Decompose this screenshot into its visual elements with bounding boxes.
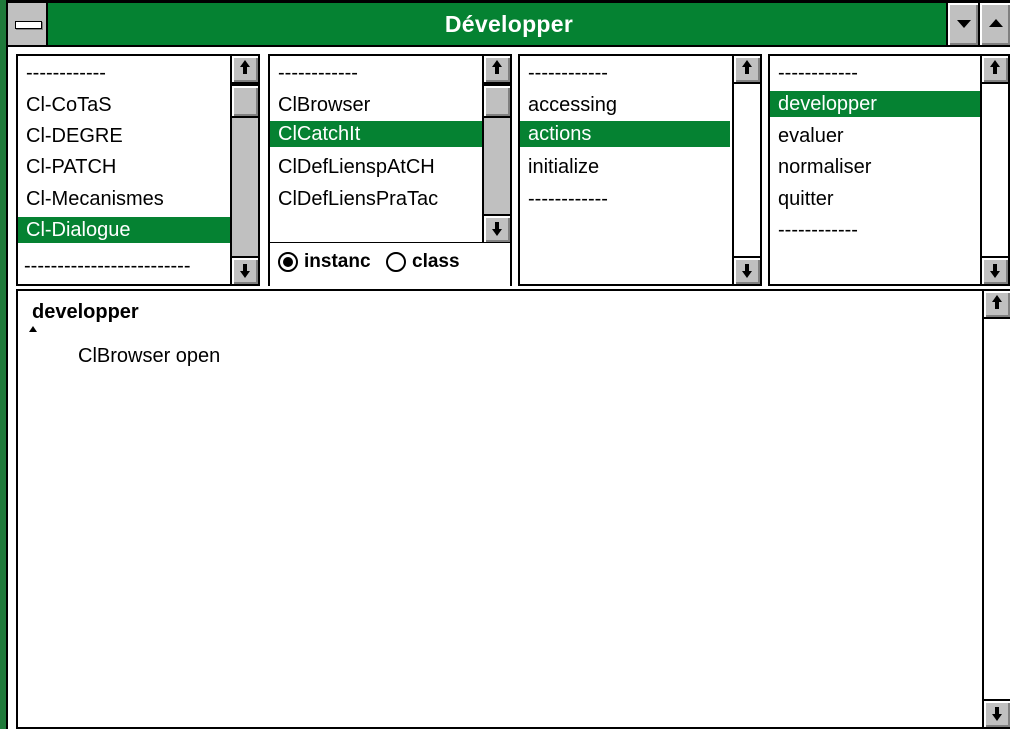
class-radio[interactable] bbox=[386, 252, 406, 272]
category-item-selected[interactable]: Cl-Dialogue bbox=[18, 217, 232, 243]
down-arrow-icon bbox=[992, 705, 1002, 721]
scroll-up-button[interactable] bbox=[484, 56, 510, 84]
text-cursor-icon bbox=[29, 326, 37, 332]
window-left-border-line bbox=[6, 0, 8, 729]
down-arrow-icon bbox=[492, 220, 502, 236]
up-arrow-icon bbox=[992, 295, 1002, 311]
class-item[interactable]: ClBrowser bbox=[270, 92, 484, 118]
scroll-thumb[interactable] bbox=[232, 84, 258, 118]
scroll-down-button[interactable] bbox=[232, 256, 258, 284]
down-arrow-icon bbox=[990, 262, 1000, 278]
window-title: Développer bbox=[444, 11, 574, 37]
instance-radio-label[interactable]: instanc bbox=[304, 249, 371, 275]
protocol-list[interactable]: ------------ accessing actions initializ… bbox=[518, 54, 762, 286]
code-scrollbar[interactable] bbox=[982, 291, 1010, 727]
up-arrow-icon bbox=[742, 60, 752, 76]
category-item[interactable]: Cl-Mecanismes bbox=[18, 186, 232, 212]
up-arrow-icon bbox=[492, 60, 502, 76]
method-scrollbar[interactable] bbox=[980, 56, 1008, 284]
title-bar[interactable]: Développer bbox=[8, 3, 1010, 47]
method-name: developper bbox=[32, 301, 139, 323]
method-item-selected[interactable]: developper bbox=[770, 91, 980, 117]
scroll-down-button[interactable] bbox=[484, 214, 510, 242]
maximize-button[interactable] bbox=[978, 3, 1010, 45]
class-radio-label[interactable]: class bbox=[412, 249, 460, 275]
scroll-down-button[interactable] bbox=[984, 699, 1010, 727]
protocol-item[interactable]: ------------ bbox=[520, 60, 734, 86]
method-list[interactable]: ------------ developper evaluer normalis… bbox=[768, 54, 1010, 286]
protocol-item[interactable]: ------------ bbox=[520, 186, 734, 212]
scroll-up-button[interactable] bbox=[982, 56, 1008, 84]
scroll-down-button[interactable] bbox=[982, 256, 1008, 284]
up-arrow-icon bbox=[990, 60, 1000, 76]
code-editor[interactable]: developper ClBrowser open bbox=[16, 289, 1010, 729]
method-item[interactable]: ------------ bbox=[770, 217, 982, 243]
class-item[interactable]: ------------ bbox=[270, 60, 484, 86]
scroll-up-button[interactable] bbox=[232, 56, 258, 84]
down-arrow-icon bbox=[240, 262, 250, 278]
maximize-icon bbox=[989, 19, 1003, 27]
developer-window: Développer ------------ Cl-CoTaS Cl-DEGR… bbox=[0, 0, 1010, 729]
class-item[interactable]: ClDefLiensPraTac bbox=[270, 186, 484, 212]
method-body: ClBrowser open bbox=[78, 345, 221, 367]
instance-radio[interactable] bbox=[278, 252, 298, 272]
class-item[interactable]: ClDefLienspAtCH bbox=[270, 154, 484, 180]
category-item[interactable]: Cl-PATCH bbox=[18, 154, 232, 180]
protocol-item[interactable]: accessing bbox=[520, 92, 734, 118]
category-item[interactable]: Cl-CoTaS bbox=[18, 92, 232, 118]
scroll-down-button[interactable] bbox=[734, 256, 760, 284]
category-item[interactable]: ------------ bbox=[18, 60, 232, 86]
class-scrollbar[interactable] bbox=[482, 56, 510, 242]
category-list[interactable]: ------------ Cl-CoTaS Cl-DEGRE Cl-PATCH … bbox=[16, 54, 260, 286]
scroll-up-button[interactable] bbox=[734, 56, 760, 84]
scroll-thumb[interactable] bbox=[484, 84, 510, 118]
instance-class-toggle: instanc class bbox=[268, 243, 512, 286]
up-arrow-icon bbox=[240, 60, 250, 76]
protocol-scrollbar[interactable] bbox=[732, 56, 760, 284]
method-item[interactable]: ------------ bbox=[770, 60, 982, 86]
category-item[interactable]: ------------------------- bbox=[18, 253, 232, 279]
class-item-selected[interactable]: ClCatchIt bbox=[270, 121, 484, 147]
category-scrollbar[interactable] bbox=[230, 56, 258, 284]
radio-selected-dot bbox=[283, 257, 293, 267]
protocol-item-selected[interactable]: actions bbox=[520, 121, 730, 147]
category-item[interactable]: Cl-DEGRE bbox=[18, 123, 232, 149]
down-arrow-icon bbox=[742, 262, 752, 278]
scroll-up-button[interactable] bbox=[984, 291, 1010, 319]
class-list[interactable]: ------------ ClBrowser ClCatchIt ClDefLi… bbox=[268, 54, 512, 244]
protocol-item[interactable]: initialize bbox=[520, 154, 734, 180]
method-item[interactable]: normaliser bbox=[770, 154, 982, 180]
minimize-button[interactable] bbox=[946, 3, 978, 45]
method-item[interactable]: quitter bbox=[770, 186, 982, 212]
minimize-icon bbox=[957, 20, 971, 28]
method-item[interactable]: evaluer bbox=[770, 123, 982, 149]
